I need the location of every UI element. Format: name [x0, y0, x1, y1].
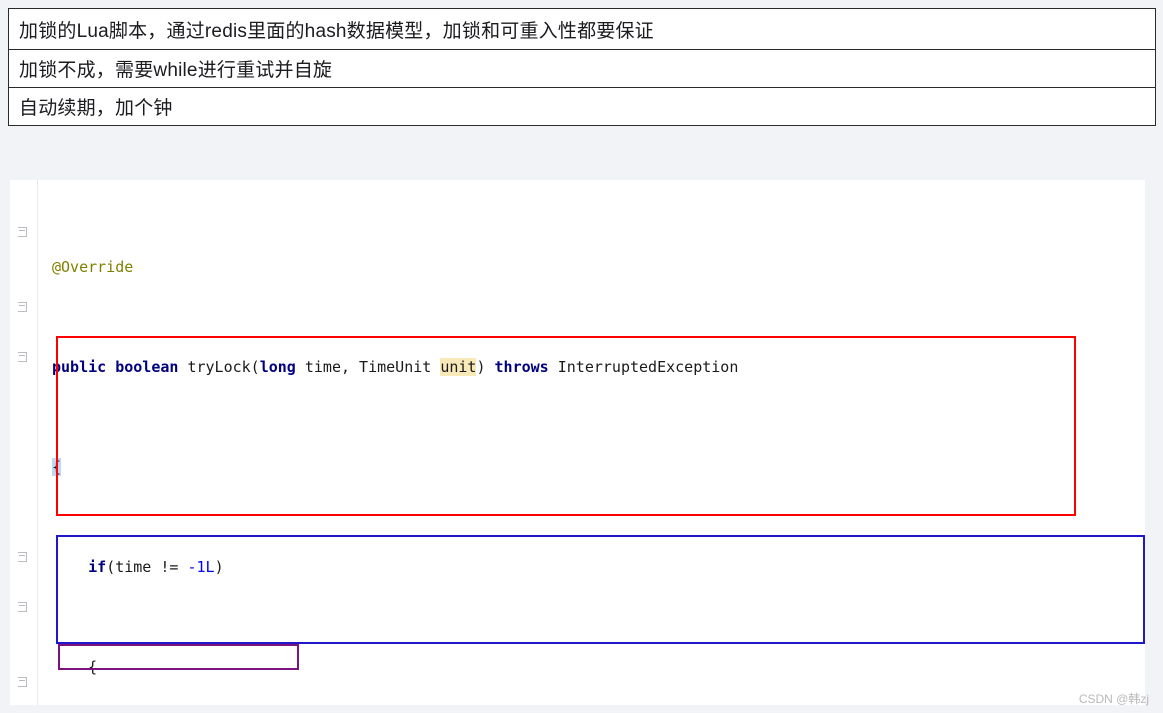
code-content[interactable]: @Override public boolean tryLock(long ti…	[10, 180, 1145, 705]
note-text: 加锁不成，需要while进行重试并自旋	[19, 60, 333, 81]
code-line[interactable]: if(time != -1L)	[38, 555, 1145, 580]
code-editor-panel[interactable]: @Override public boolean tryLock(long ti…	[10, 180, 1145, 705]
code-line[interactable]: @Override	[38, 255, 1145, 280]
code-line[interactable]: {	[38, 455, 1145, 480]
notes-table: 加锁的Lua脚本，通过redis里面的hash数据模型，加锁和可重入性都要保证 …	[8, 8, 1156, 126]
note-row: 加锁的Lua脚本，通过redis里面的hash数据模型，加锁和可重入性都要保证	[9, 9, 1155, 50]
code-token-annotation: @Override	[52, 258, 134, 276]
note-text: 自动续期，加个钟	[19, 98, 173, 119]
code-line[interactable]: public boolean tryLock(long time, TimeUn…	[38, 355, 1145, 380]
highlighted-identifier: unit	[440, 358, 477, 376]
note-text: 加锁的Lua脚本，通过redis里面的hash数据模型，加锁和可重入性都要保证	[19, 20, 654, 42]
note-row: 自动续期，加个钟	[9, 88, 1155, 126]
note-row: 加锁不成，需要while进行重试并自旋	[9, 50, 1155, 88]
watermark: CSDN @韩zj	[1078, 692, 1149, 706]
code-line[interactable]: {	[38, 655, 1145, 680]
